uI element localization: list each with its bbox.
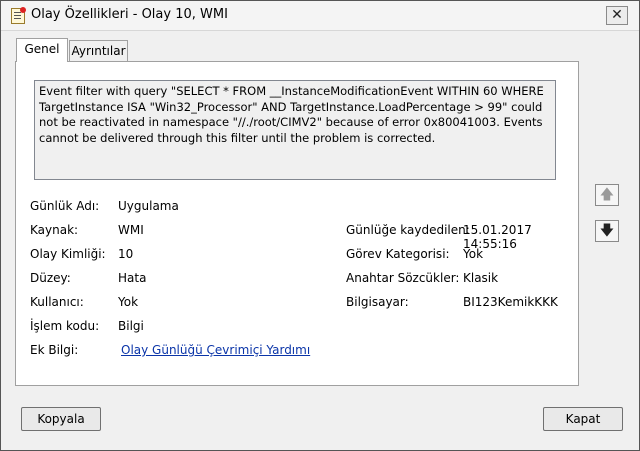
log-name-value: Uygulama bbox=[118, 199, 179, 213]
source-label: Kaynak: bbox=[30, 223, 79, 237]
copy-button[interactable]: Kopyala bbox=[21, 407, 101, 431]
user-value: Yok bbox=[118, 295, 139, 309]
close-button[interactable]: Kapat bbox=[543, 407, 623, 431]
event-properties-window: Olay Özellikleri - Olay 10, WMI ✕ Genel … bbox=[0, 0, 640, 451]
more-info-label: Ek Bilgi: bbox=[30, 343, 79, 357]
keywords-label: Anahtar Sözcükler: bbox=[346, 271, 460, 285]
task-category-value: Yok bbox=[463, 247, 484, 261]
user-label: Kullanıcı: bbox=[30, 295, 84, 309]
level-label: Düzey: bbox=[30, 271, 71, 285]
logged-label: Günlüğe kaydedilen: bbox=[346, 223, 470, 237]
tab-general[interactable]: Genel bbox=[16, 38, 68, 62]
log-name-label: Günlük Adı: bbox=[30, 199, 100, 213]
close-window-button[interactable]: ✕ bbox=[606, 6, 628, 25]
level-value: Hata bbox=[118, 271, 147, 285]
next-event-button[interactable]: 🡇 bbox=[595, 220, 619, 242]
tab-details[interactable]: Ayrıntılar bbox=[69, 40, 128, 62]
event-viewer-icon bbox=[11, 7, 26, 24]
source-value: WMI bbox=[118, 223, 144, 237]
event-id-value: 10 bbox=[118, 247, 134, 261]
opcode-value: Bilgi bbox=[118, 319, 144, 333]
arrow-down-icon: 🡇 bbox=[599, 223, 615, 239]
title-bar[interactable]: Olay Özellikleri - Olay 10, WMI ✕ bbox=[1, 1, 639, 31]
computer-label: Bilgisayar: bbox=[346, 295, 409, 309]
task-category-label: Görev Kategorisi: bbox=[346, 247, 450, 261]
window-title: Olay Özellikleri - Olay 10, WMI bbox=[31, 7, 228, 22]
opcode-label: İşlem kodu: bbox=[30, 319, 100, 333]
online-help-link[interactable]: Olay Günlüğü Çevrimiçi Yardımı bbox=[121, 343, 310, 357]
keywords-value: Klasik bbox=[463, 271, 499, 285]
event-id-label: Olay Kimliği: bbox=[30, 247, 106, 261]
arrow-up-icon: 🡅 bbox=[599, 187, 615, 203]
close-icon: ✕ bbox=[611, 7, 623, 23]
event-description[interactable]: Event filter with query "SELECT * FROM _… bbox=[34, 80, 556, 180]
general-tab-panel: Event filter with query "SELECT * FROM _… bbox=[15, 61, 579, 386]
previous-event-button[interactable]: 🡅 bbox=[595, 184, 619, 206]
computer-value: BI123KemikKKK bbox=[463, 295, 558, 309]
